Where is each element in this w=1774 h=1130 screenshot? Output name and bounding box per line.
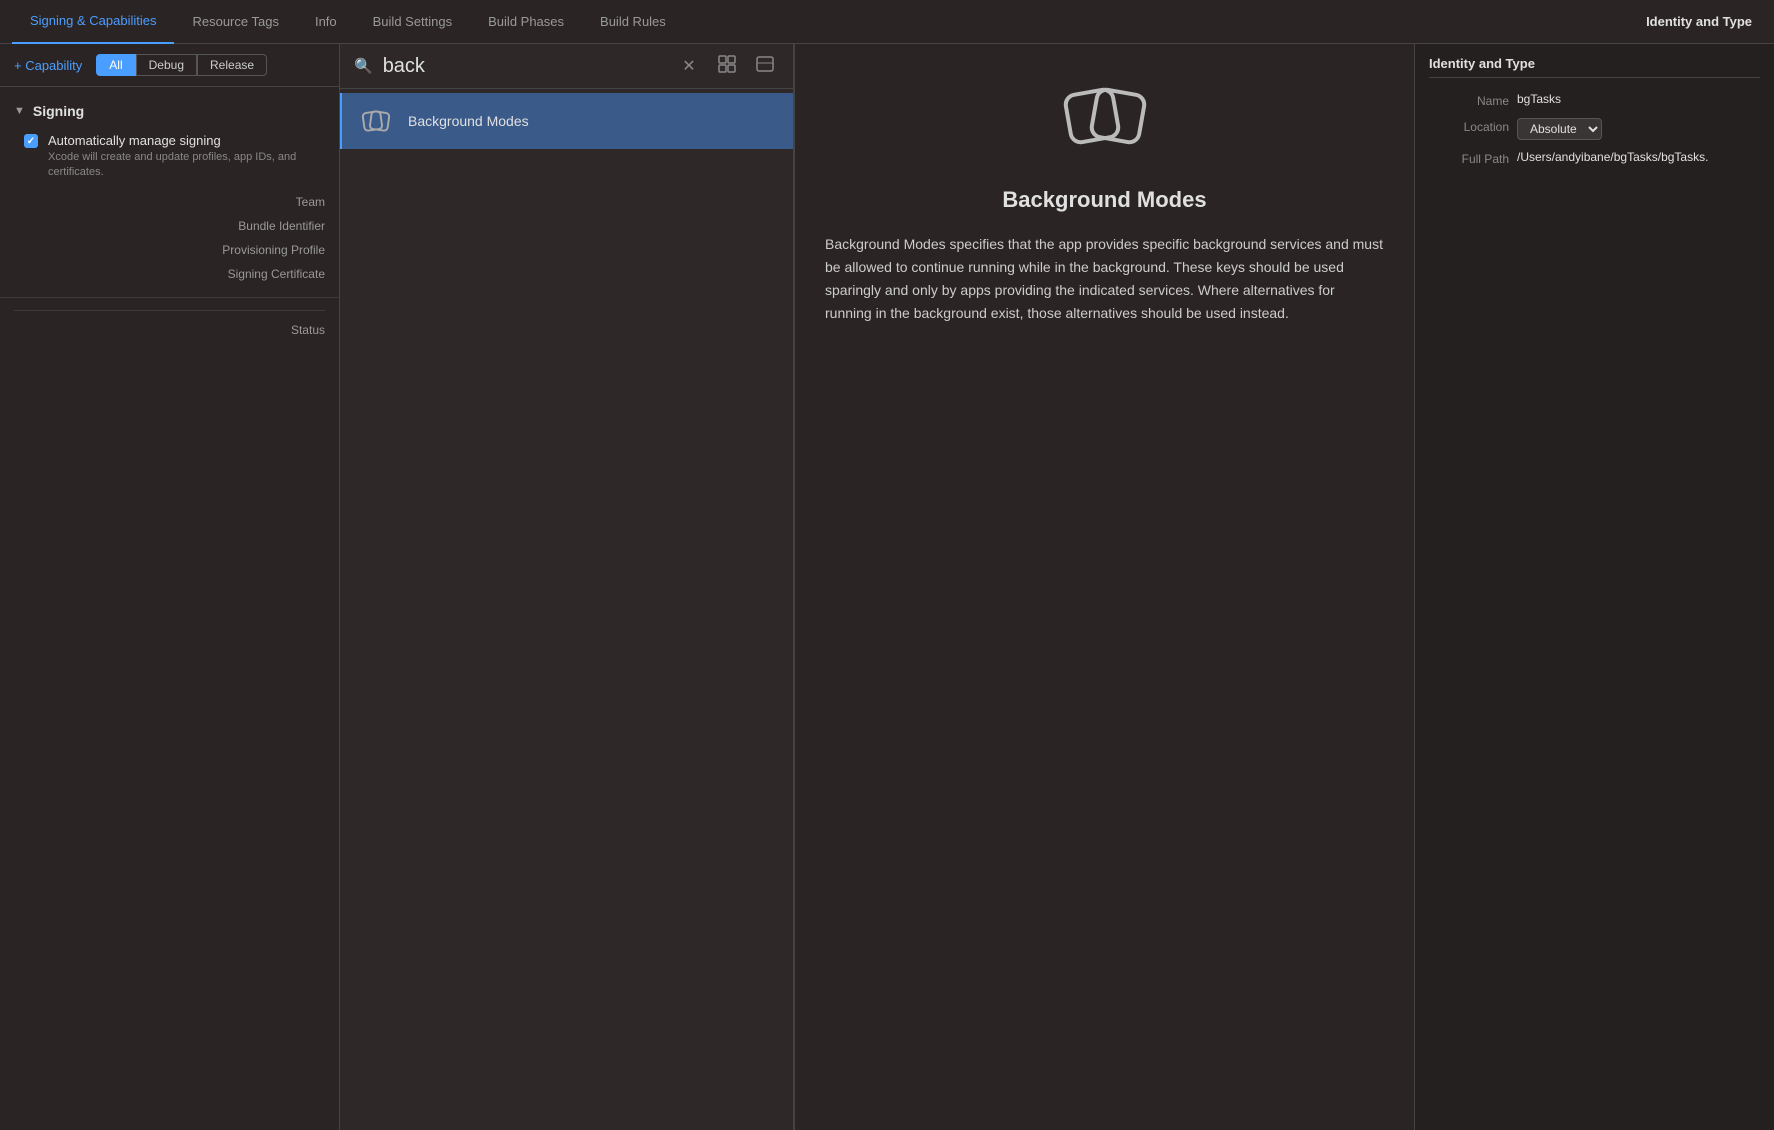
section-title: Signing bbox=[33, 103, 84, 119]
background-modes-icon bbox=[358, 103, 394, 139]
identity-panel-header-label: Identity and Type bbox=[1646, 14, 1762, 29]
identity-panel: Identity and Type Name bgTasks Location … bbox=[1414, 44, 1774, 1130]
tab-build-settings[interactable]: Build Settings bbox=[355, 0, 471, 44]
auto-sign-row: Automatically manage signing Xcode will … bbox=[14, 133, 325, 181]
status-row: Status bbox=[0, 323, 339, 337]
bundle-identifier-label: Bundle Identifier bbox=[238, 219, 325, 233]
auto-sign-checkbox[interactable] bbox=[24, 134, 38, 148]
tab-build-phases[interactable]: Build Phases bbox=[470, 0, 582, 44]
left-panel: + Capability All Debug Release ▼ Signing… bbox=[0, 44, 340, 1130]
signing-section: ▼ Signing Automatically manage signing X… bbox=[0, 87, 339, 298]
search-input[interactable] bbox=[383, 55, 665, 78]
filter-all-button[interactable]: All bbox=[96, 54, 135, 76]
provisioning-profile-field-row: Provisioning Profile bbox=[24, 243, 325, 257]
provisioning-profile-label: Provisioning Profile bbox=[222, 243, 325, 257]
main-layout: + Capability All Debug Release ▼ Signing… bbox=[0, 44, 1774, 1130]
identity-name-value: bgTasks bbox=[1517, 92, 1760, 106]
detail-title: Background Modes bbox=[1002, 187, 1206, 213]
results-list: Background Modes bbox=[340, 89, 793, 1130]
center-panel: 🔍 ✕ bbox=[340, 44, 793, 1130]
grid-view-button[interactable] bbox=[713, 52, 741, 80]
clear-search-button[interactable]: ✕ bbox=[675, 52, 703, 80]
bundle-identifier-field-row: Bundle Identifier bbox=[24, 219, 325, 233]
identity-location-dropdown[interactable]: Absolute bbox=[1517, 118, 1602, 140]
capability-bar: + Capability All Debug Release bbox=[0, 44, 339, 87]
identity-fullpath-field: Full Path /Users/andyibane/bgTasks/bgTas… bbox=[1429, 150, 1760, 166]
section-header: ▼ Signing bbox=[14, 103, 325, 119]
signing-certificate-label: Signing Certificate bbox=[228, 267, 325, 281]
identity-panel-title: Identity and Type bbox=[1429, 56, 1760, 78]
auto-sign-description: Xcode will create and update profiles, a… bbox=[48, 150, 325, 181]
separator bbox=[14, 310, 325, 311]
add-capability-button[interactable]: + Capability bbox=[14, 58, 82, 73]
right-detail-panel: Background Modes Background Modes specif… bbox=[794, 44, 1414, 1130]
signing-certificate-field-row: Signing Certificate bbox=[24, 267, 325, 281]
team-field-row: Team bbox=[24, 195, 325, 209]
tab-info[interactable]: Info bbox=[297, 0, 355, 44]
tab-signing-capabilities[interactable]: Signing & Capabilities bbox=[12, 0, 174, 44]
search-icon: 🔍 bbox=[354, 57, 373, 75]
filter-buttons: All Debug Release bbox=[96, 54, 267, 76]
result-item-background-modes[interactable]: Background Modes bbox=[340, 93, 793, 149]
filter-debug-button[interactable]: Debug bbox=[136, 54, 197, 76]
result-label-background-modes: Background Modes bbox=[408, 113, 529, 129]
search-bar: 🔍 ✕ bbox=[340, 44, 793, 89]
list-view-button[interactable] bbox=[751, 52, 779, 80]
chevron-down-icon: ▼ bbox=[14, 105, 25, 117]
detail-description: Background Modes specifies that the app … bbox=[825, 233, 1384, 325]
identity-fullpath-value: /Users/andyibane/bgTasks/bgTasks. bbox=[1517, 150, 1760, 164]
detail-icon-background-modes bbox=[1060, 74, 1150, 167]
status-label: Status bbox=[291, 323, 325, 337]
auto-sign-text: Automatically manage signing Xcode will … bbox=[48, 133, 325, 181]
close-icon: ✕ bbox=[682, 56, 695, 76]
tab-resource-tags[interactable]: Resource Tags bbox=[174, 0, 296, 44]
grid-icon bbox=[718, 55, 736, 78]
filter-release-button[interactable]: Release bbox=[197, 54, 267, 76]
identity-name-field: Name bgTasks bbox=[1429, 92, 1760, 108]
identity-location-field: Location Absolute bbox=[1429, 118, 1760, 140]
list-icon bbox=[756, 55, 774, 78]
identity-location-label: Location bbox=[1429, 118, 1509, 134]
auto-sign-label: Automatically manage signing bbox=[48, 133, 325, 148]
identity-fullpath-label: Full Path bbox=[1429, 150, 1509, 166]
search-actions: ✕ bbox=[675, 52, 779, 80]
field-rows: Team Bundle Identifier Provisioning Prof… bbox=[14, 195, 325, 281]
tab-bar: Signing & Capabilities Resource Tags Inf… bbox=[0, 0, 1774, 44]
team-label: Team bbox=[296, 195, 325, 209]
identity-name-label: Name bbox=[1429, 92, 1509, 108]
tab-build-rules[interactable]: Build Rules bbox=[582, 0, 684, 44]
